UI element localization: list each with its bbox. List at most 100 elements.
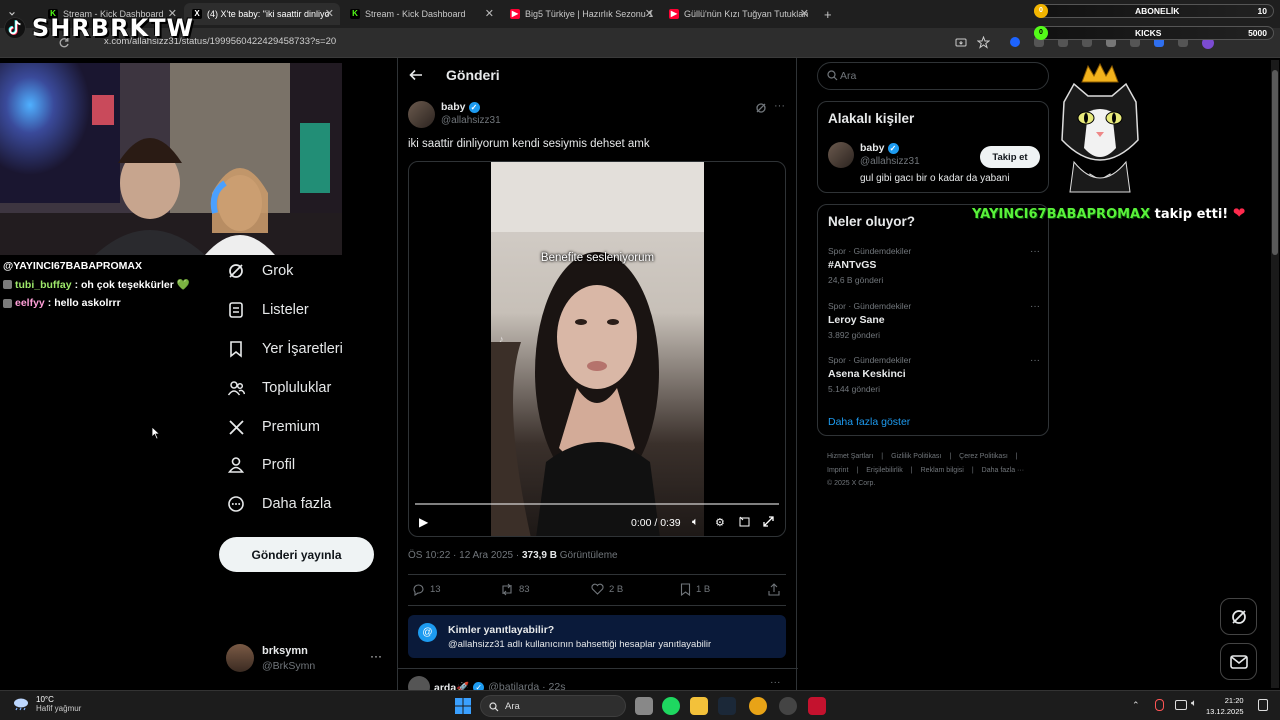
follow-alert: YAYINCI67BABAPROMAX takip etti! ❤ <box>972 204 1245 222</box>
post-button[interactable]: Gönderi yayınla <box>219 537 374 572</box>
nav-item-communities[interactable]: Topluluklar <box>226 375 331 401</box>
taskbar-clock[interactable]: 21:20 13.12.2025 <box>1206 695 1244 717</box>
footer-link[interactable]: Gizlilik Politikası <box>891 453 941 460</box>
footer-link[interactable]: Reklam bilgisi <box>921 467 964 474</box>
fullscreen-icon[interactable] <box>763 516 774 530</box>
heart-icon <box>591 583 604 595</box>
steam-icon[interactable] <box>718 697 736 715</box>
task-view-icon[interactable] <box>635 697 653 715</box>
more-icon[interactable]: ··· <box>1030 246 1040 257</box>
reply-count: 13 <box>430 584 441 595</box>
more-icon[interactable]: ··· <box>370 649 382 663</box>
weather-widget[interactable]: 10°C Hafif yağmur <box>12 695 81 713</box>
back-arrow-icon[interactable] <box>409 68 423 85</box>
video-frame: Benefite sesleniyorum ♪ <box>491 162 704 536</box>
settings-icon[interactable]: ⚙︎ <box>715 516 725 529</box>
footer-link[interactable]: Hizmet Şartları <box>827 453 873 460</box>
file-explorer-icon[interactable] <box>690 697 708 715</box>
notifications-icon[interactable] <box>1258 699 1268 711</box>
profile-icon <box>226 455 246 475</box>
tab-title: Stream - Kick Dashboard <box>365 9 466 19</box>
nav-item-premium[interactable]: Premium <box>226 414 320 440</box>
nav-item-more[interactable]: Daha fazla <box>226 491 331 517</box>
tab-gullu[interactable]: ▶ Güllü'nün Kızı Tuğyan Tutuklan ✕ <box>661 3 815 25</box>
footer-link[interactable]: Imprint <box>827 467 848 474</box>
grok-floating-button[interactable] <box>1220 598 1257 635</box>
reply-notice-title: Kimler yanıtlayabilir? <box>448 624 555 636</box>
windows-start-icon[interactable] <box>455 698 471 714</box>
trend-item[interactable]: Spor · Gündemdekiler Asena Keskinci 5.14… <box>828 355 1040 394</box>
clock-time: 21:20 <box>1224 696 1244 705</box>
related-user-name[interactable]: baby ✓ <box>860 142 899 154</box>
author-handle[interactable]: @allahsizz31 <box>441 115 501 126</box>
show-more-link[interactable]: Daha fazla göster <box>828 416 910 428</box>
nav-item-grok[interactable]: Grok <box>226 258 293 284</box>
app-icon[interactable] <box>779 697 797 715</box>
new-tab-button[interactable]: + <box>816 3 840 25</box>
account-handle: @BrkSymn <box>262 660 316 672</box>
bookmark-button[interactable]: 1 B <box>680 583 710 596</box>
chat-message: @YAYINCI67BABAPROMAX <box>3 260 220 272</box>
nav-item-profile[interactable]: Profil <box>226 452 295 478</box>
footer-link[interactable]: Çerez Politikası <box>959 453 1008 460</box>
trend-count: 24,6 B gönderi <box>828 275 884 285</box>
play-icon[interactable]: ▶ <box>419 515 428 529</box>
footer-link[interactable]: Erişilebilirlik <box>866 467 903 474</box>
nav-item-lists[interactable]: Listeler <box>226 297 309 323</box>
like-button[interactable]: 2 B <box>591 583 623 595</box>
volume-icon[interactable]: 🔈︎ <box>692 516 699 529</box>
grok-icon[interactable] <box>755 101 767 119</box>
follow-button[interactable]: Takip et <box>980 146 1040 168</box>
tab-kick-dashboard-2[interactable]: K Stream - Kick Dashboard ✕ <box>342 3 500 25</box>
chrome-icon[interactable] <box>749 697 767 715</box>
nav-item-bookmarks[interactable]: Yer İşaretleri <box>226 336 343 362</box>
tab-x-post[interactable]: X (4) X'te baby: "iki saattir dinliyo ✕ <box>184 3 340 25</box>
spotify-icon[interactable] <box>662 697 680 715</box>
footer-links: Hizmet Şartları | Gizlilik Politikası | Çere… <box>827 450 1037 491</box>
close-icon[interactable]: ✕ <box>800 7 809 20</box>
avatar[interactable] <box>408 101 435 128</box>
more-icon[interactable]: ··· <box>770 676 781 688</box>
app-icon[interactable] <box>808 697 826 715</box>
kicks-label: KICKS <box>1135 28 1162 38</box>
share-button[interactable] <box>768 583 780 596</box>
scrollbar-thumb[interactable] <box>1272 70 1278 255</box>
reply-restriction-notice: @ Kimler yanıtlayabilir? @allahsizz31 ad… <box>408 615 786 658</box>
tab-big5[interactable]: ▶ Big5 Türkiye | Hazırlık Sezonu 1 ✕ <box>502 3 660 25</box>
close-icon[interactable]: ✕ <box>645 7 654 20</box>
close-icon[interactable]: ✕ <box>325 7 334 20</box>
footer-link[interactable]: Daha fazla ··· <box>982 467 1024 474</box>
video-player[interactable]: Benefite sesleniyorum ♪ ▶ 0:00 / 0:39 🔈︎… <box>408 161 786 537</box>
tray-chevron-icon[interactable]: ⌃ <box>1132 700 1140 711</box>
related-user-handle[interactable]: @allahsizz31 <box>860 156 920 167</box>
page-scrollbar[interactable] <box>1271 60 1279 688</box>
more-circle-icon <box>226 494 246 514</box>
nav-label: Topluluklar <box>262 380 332 396</box>
trend-item[interactable]: Spor · Gündemdekiler #ANTvGS 24,6 B gönd… <box>828 246 1040 285</box>
close-icon[interactable]: ✕ <box>485 7 494 20</box>
extension-icon[interactable] <box>1010 37 1020 47</box>
volume-icon[interactable]: 🔈︎ <box>1191 698 1197 709</box>
rain-cloud-icon <box>14 698 28 711</box>
search-input[interactable]: Ara <box>817 62 1049 90</box>
post-actions: 13 83 2 B 1 B <box>408 583 786 599</box>
taskbar-search[interactable]: Ara <box>480 695 626 717</box>
more-icon[interactable]: ··· <box>1030 355 1040 366</box>
trend-item[interactable]: Spor · Gündemdekiler Leroy Sane 3.892 gö… <box>828 301 1040 340</box>
avatar[interactable] <box>828 142 854 168</box>
author-name[interactable]: baby ✓ <box>441 101 480 113</box>
reply-button[interactable]: 13 <box>412 583 441 596</box>
repost-button[interactable]: 83 <box>500 583 530 596</box>
account-switcher[interactable]: brksymn @BrkSymn ··· <box>226 643 386 675</box>
install-app-icon[interactable] <box>955 37 967 49</box>
divider <box>398 668 798 669</box>
more-icon[interactable]: ··· <box>774 100 785 112</box>
network-icon[interactable] <box>1175 700 1187 710</box>
video-progress-bar[interactable] <box>415 503 779 505</box>
picture-in-picture-icon[interactable] <box>739 516 750 530</box>
more-icon[interactable]: ··· <box>1030 301 1040 312</box>
messages-floating-button[interactable] <box>1220 643 1257 680</box>
subs-value: 10 <box>1257 6 1267 16</box>
bookmark-star-icon[interactable] <box>977 36 990 49</box>
microphone-icon[interactable] <box>1155 699 1164 711</box>
